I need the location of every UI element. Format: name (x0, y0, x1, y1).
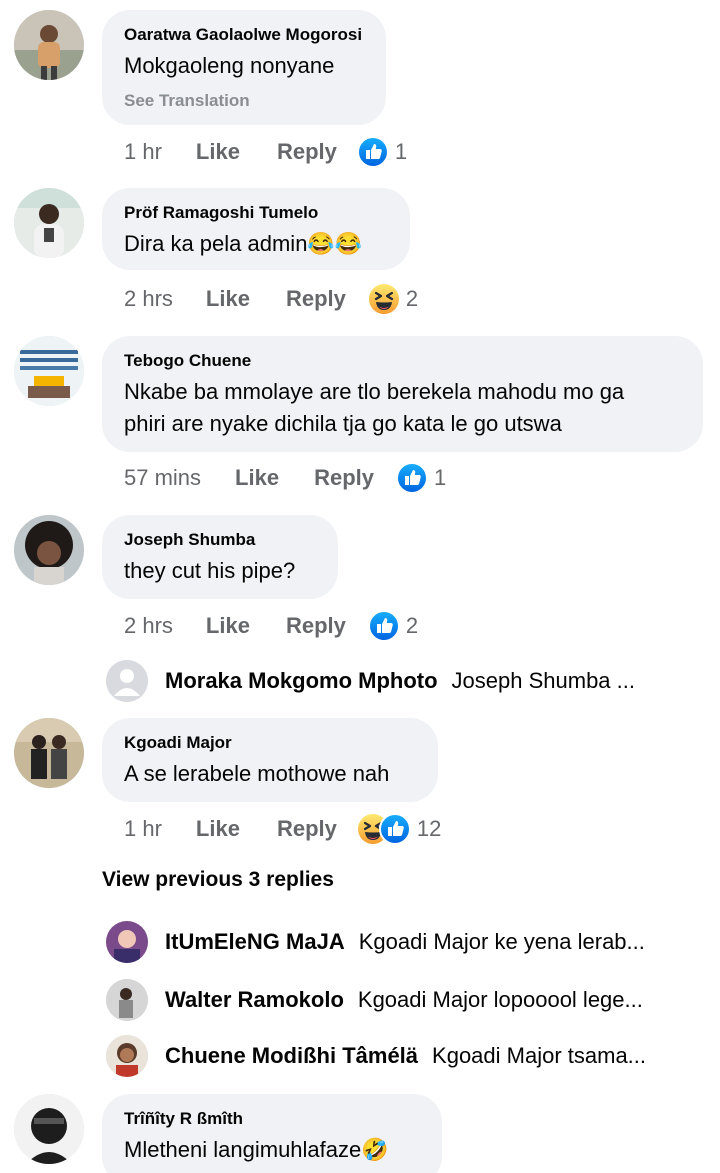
reply-preview[interactable]: Chuene Modißhi Tâmélä Kgoadi Major tsama… (106, 1034, 646, 1078)
reply-snippet: Kgoadi Major tsama... (432, 1043, 647, 1068)
comment-author[interactable]: Trîñîty R ßmîth (124, 1108, 420, 1130)
avatar[interactable] (14, 188, 84, 258)
reply-button[interactable]: Reply (314, 465, 374, 491)
reply-author[interactable]: Chuene Modißhi Tâmélä (165, 1043, 418, 1069)
comment-actions: 57 mins Like Reply 1 (124, 462, 446, 494)
comment-actions: 1 hr Like Reply 12 (124, 813, 441, 845)
comment-text: Dira ka pela admin😂😂 (124, 231, 363, 256)
comment-text: A se lerabele mothowe nah (124, 761, 390, 786)
reaction-count: 1 (434, 465, 447, 490)
comment-author[interactable]: Oaratwa Gaolaolwe Mogorosi (124, 24, 364, 46)
see-translation-link[interactable]: See Translation (124, 90, 364, 112)
avatar[interactable] (14, 336, 84, 406)
comment-author[interactable]: Tebogo Chuene (124, 350, 681, 372)
default-avatar-icon (106, 660, 148, 702)
comment-author[interactable]: Pröf Ramagoshi Tumelo (124, 202, 388, 224)
reply-preview[interactable]: Moraka Mokgomo Mphoto Joseph Shumba ... (106, 659, 635, 703)
like-icon (368, 610, 400, 642)
reply-snippet: Kgoadi Major lopooool lege... (357, 987, 643, 1012)
reply-author[interactable]: Moraka Mokgomo Mphoto (165, 668, 438, 694)
comment-text: Mletheni langimuhlafaze🤣 (124, 1137, 389, 1162)
view-previous-replies-link[interactable]: View previous 3 replies (102, 868, 334, 892)
reaction-count: 2 (405, 613, 419, 638)
comment-bubble[interactable]: Pröf Ramagoshi Tumelo Dira ka pela admin… (102, 188, 410, 270)
reply-button[interactable]: Reply (277, 816, 337, 842)
reaction-summary[interactable]: 2 (368, 610, 418, 642)
like-button[interactable]: Like (235, 465, 279, 491)
like-icon (379, 813, 411, 845)
reply-snippet: Kgoadi Major ke yena lerab... (358, 929, 645, 954)
haha-icon (368, 283, 400, 315)
reaction-summary[interactable]: 1 (357, 136, 407, 168)
comment-bubble[interactable]: Joseph Shumba they cut his pipe? (102, 515, 338, 599)
like-button[interactable]: Like (206, 613, 250, 639)
reaction-count: 2 (405, 286, 419, 311)
reaction-summary[interactable]: 12 (357, 813, 441, 845)
comment-text: they cut his pipe? (124, 558, 296, 583)
like-icon (396, 462, 428, 494)
comment-actions: 2 hrs Like Reply 2 (124, 610, 418, 642)
comment-text: Mokgaoleng nonyane (124, 53, 335, 78)
reply-preview[interactable]: ItUmEleNG MaJA Kgoadi Major ke yena lera… (106, 920, 645, 964)
like-icon (357, 136, 389, 168)
reply-button[interactable]: Reply (286, 286, 346, 312)
reply-author[interactable]: Walter Ramokolo (165, 987, 344, 1013)
comment-author[interactable]: Joseph Shumba (124, 529, 316, 551)
avatar (106, 921, 148, 963)
reaction-count: 12 (416, 816, 442, 841)
comment-time[interactable]: 2 hrs (124, 613, 173, 639)
reaction-summary[interactable]: 1 (396, 462, 446, 494)
avatar[interactable] (14, 515, 84, 585)
reply-snippet: Joseph Shumba ... (451, 668, 635, 693)
avatar (106, 1035, 148, 1077)
comment-time[interactable]: 1 hr (124, 139, 162, 165)
comment-time[interactable]: 2 hrs (124, 286, 173, 312)
like-button[interactable]: Like (196, 816, 240, 842)
comment-time[interactable]: 1 hr (124, 816, 162, 842)
comment-author[interactable]: Kgoadi Major (124, 732, 416, 754)
comment-time[interactable]: 57 mins (124, 465, 201, 491)
comment-bubble[interactable]: Oaratwa Gaolaolwe Mogorosi Mokgaoleng no… (102, 10, 386, 125)
reply-button[interactable]: Reply (286, 613, 346, 639)
reply-preview[interactable]: Walter Ramokolo Kgoadi Major lopooool le… (106, 978, 643, 1022)
comment-actions: 1 hr Like Reply 1 (124, 136, 407, 168)
avatar (106, 979, 148, 1021)
comment-actions: 2 hrs Like Reply 2 (124, 283, 418, 315)
reaction-summary[interactable]: 2 (368, 283, 418, 315)
reaction-count: 1 (394, 139, 408, 164)
comment-bubble[interactable]: Tebogo Chuene Nkabe ba mmolaye are tlo b… (102, 336, 703, 452)
like-button[interactable]: Like (196, 139, 240, 165)
comment-text-line: phiri are nyake dichila tja go kata le g… (124, 411, 562, 436)
avatar[interactable] (14, 1094, 84, 1164)
like-button[interactable]: Like (206, 286, 250, 312)
reply-author[interactable]: ItUmEleNG MaJA (165, 929, 345, 955)
comment-bubble[interactable]: Kgoadi Major A se lerabele mothowe nah (102, 718, 438, 802)
avatar[interactable] (14, 718, 84, 788)
comment-bubble[interactable]: Trîñîty R ßmîth Mletheni langimuhlafaze🤣 (102, 1094, 442, 1173)
avatar[interactable] (14, 10, 84, 80)
reply-button[interactable]: Reply (277, 139, 337, 165)
comment-text-line: Nkabe ba mmolaye are tlo berekela mahodu… (124, 379, 625, 404)
